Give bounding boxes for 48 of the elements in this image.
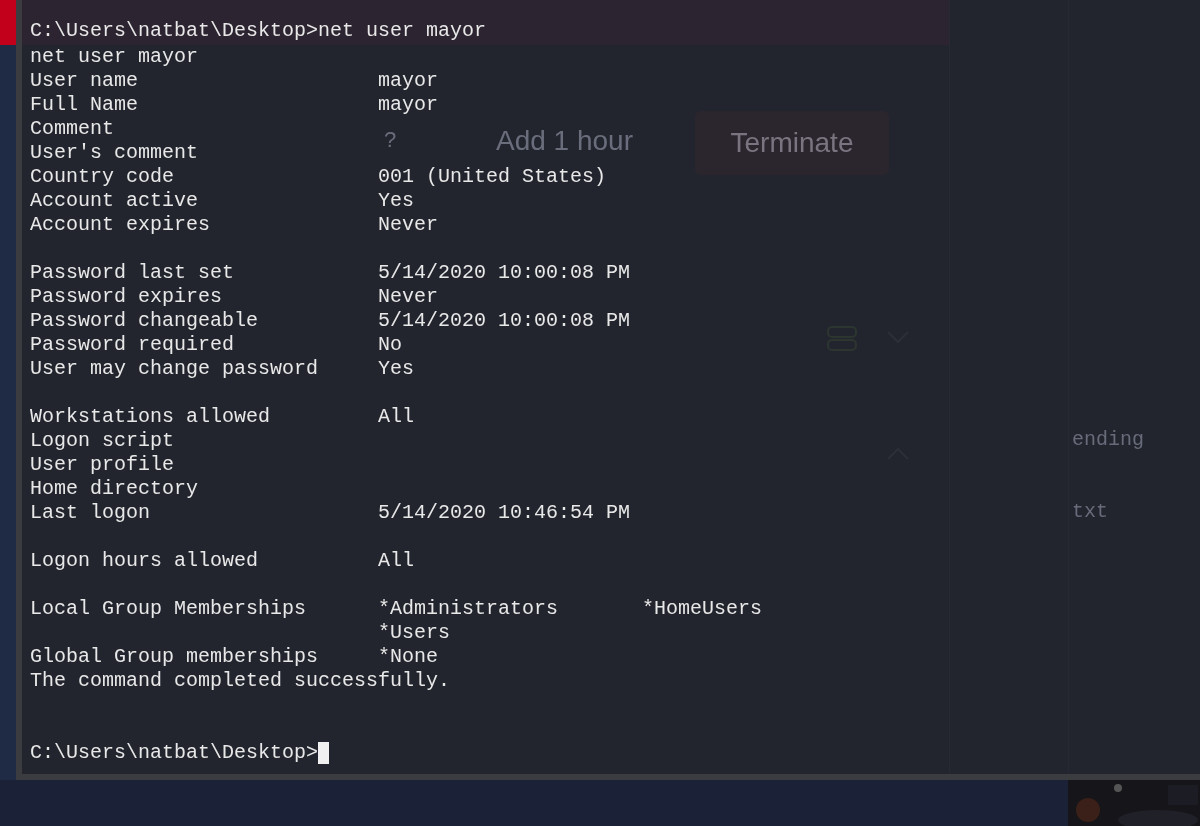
add-hour-text[interactable]: Add 1 hour	[496, 124, 633, 158]
field-value: Never	[378, 285, 438, 309]
field-label: Full Name	[30, 93, 140, 117]
field-label: Workstations allowed	[30, 405, 272, 429]
field-value: *Users	[378, 621, 450, 645]
field-value: 5/14/2020 10:00:08 PM	[378, 309, 631, 333]
field-label: Logon script	[30, 429, 176, 453]
field-value: *Administrators	[378, 597, 560, 621]
field-label: Local Group Memberships	[30, 597, 308, 621]
field-label: Account active	[30, 189, 200, 213]
field-value: 5/14/2020 10:00:08 PM	[378, 261, 631, 285]
field-value: No	[378, 333, 402, 357]
field-label: User may change password	[30, 357, 320, 381]
field-value: *None	[378, 645, 438, 669]
background-text: txt	[1072, 500, 1108, 524]
field-value: All	[378, 549, 414, 573]
field-value: mayor	[378, 93, 438, 117]
field-label: Home directory	[30, 477, 200, 501]
terminate-button[interactable]: Terminate	[695, 111, 889, 175]
text-cursor	[318, 742, 330, 764]
field-label: Global Group memberships	[30, 645, 320, 669]
field-label: Country code	[30, 165, 176, 189]
field-value: 5/14/2020 10:46:54 PM	[378, 501, 631, 525]
field-label: Last logon	[30, 501, 152, 525]
field-label: Password changeable	[30, 309, 260, 333]
field-value: Yes	[378, 189, 414, 213]
field-value: Yes	[378, 357, 414, 381]
background-text: ending	[1072, 428, 1144, 452]
output-line: The command completed successfully.	[30, 669, 451, 693]
field-label: User name	[30, 69, 140, 93]
field-label: Logon hours allowed	[30, 549, 260, 573]
field-label: Password expires	[30, 285, 224, 309]
field-value: 001 (United States)	[378, 165, 607, 189]
command-text: net user mayor	[318, 19, 487, 44]
field-label: User's comment	[30, 141, 200, 165]
field-value: All	[378, 405, 414, 429]
help-mark: ?	[384, 126, 397, 154]
field-value: Never	[378, 213, 438, 237]
field-label: Account expires	[30, 213, 212, 237]
field-label: User profile	[30, 453, 176, 477]
field-value: mayor	[378, 69, 438, 93]
output-line: net user mayor	[30, 45, 199, 69]
field-label: Comment	[30, 117, 115, 141]
field-label: Password last set	[30, 261, 236, 285]
field-value: *HomeUsers	[642, 597, 763, 621]
field-label: Password required	[30, 333, 236, 357]
prompt-path: C:\Users\natbat\Desktop>	[30, 741, 319, 765]
prompt-path: C:\Users\natbat\Desktop>	[30, 19, 319, 44]
